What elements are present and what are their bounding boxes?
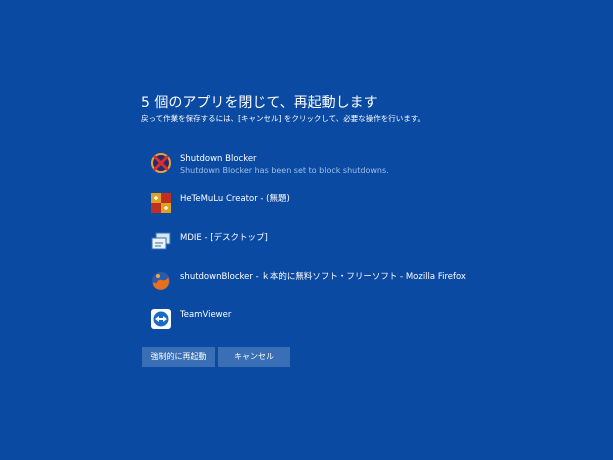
app-item-mdie: MDIE - [デスクトップ] <box>150 231 570 259</box>
shutdown-blocker-icon <box>150 152 172 174</box>
app-item-teamviewer: TeamViewer <box>150 308 570 336</box>
app-item-shutdown-blocker: Shutdown Blocker Shutdown Blocker has be… <box>150 152 570 180</box>
app-name: Shutdown Blocker <box>180 154 257 164</box>
app-name: HeTeMuLu Creator - (無題) <box>180 194 290 204</box>
app-name: MDIE - [デスクトップ] <box>180 233 268 243</box>
cancel-button[interactable]: キャンセル <box>218 347 290 367</box>
dialog-subtitle: 戻って作業を保存するには、[キャンセル] をクリックして、必要な操作を行います。 <box>141 114 426 123</box>
app-item-firefox: shutdownBlocker - ｋ本的に無料ソフト・フリーソフト - Moz… <box>150 270 570 298</box>
mdie-icon <box>150 231 172 253</box>
shutdown-screen: 5 個のアプリを閉じて、再起動します 戻って作業を保存するには、[キャンセル] … <box>0 0 613 460</box>
force-restart-button[interactable]: 強制的に再起動 <box>142 347 215 367</box>
hetemulu-creator-icon <box>150 192 172 214</box>
app-status: Shutdown Blocker has been set to block s… <box>180 166 389 175</box>
teamviewer-icon <box>150 308 172 330</box>
dialog-title: 5 個のアプリを閉じて、再起動します <box>141 95 378 111</box>
app-item-hetemulu-creator: HeTeMuLu Creator - (無題) <box>150 192 570 220</box>
app-name: TeamViewer <box>180 310 232 320</box>
firefox-icon <box>150 270 172 292</box>
app-name: shutdownBlocker - ｋ本的に無料ソフト・フリーソフト - Moz… <box>180 272 466 282</box>
